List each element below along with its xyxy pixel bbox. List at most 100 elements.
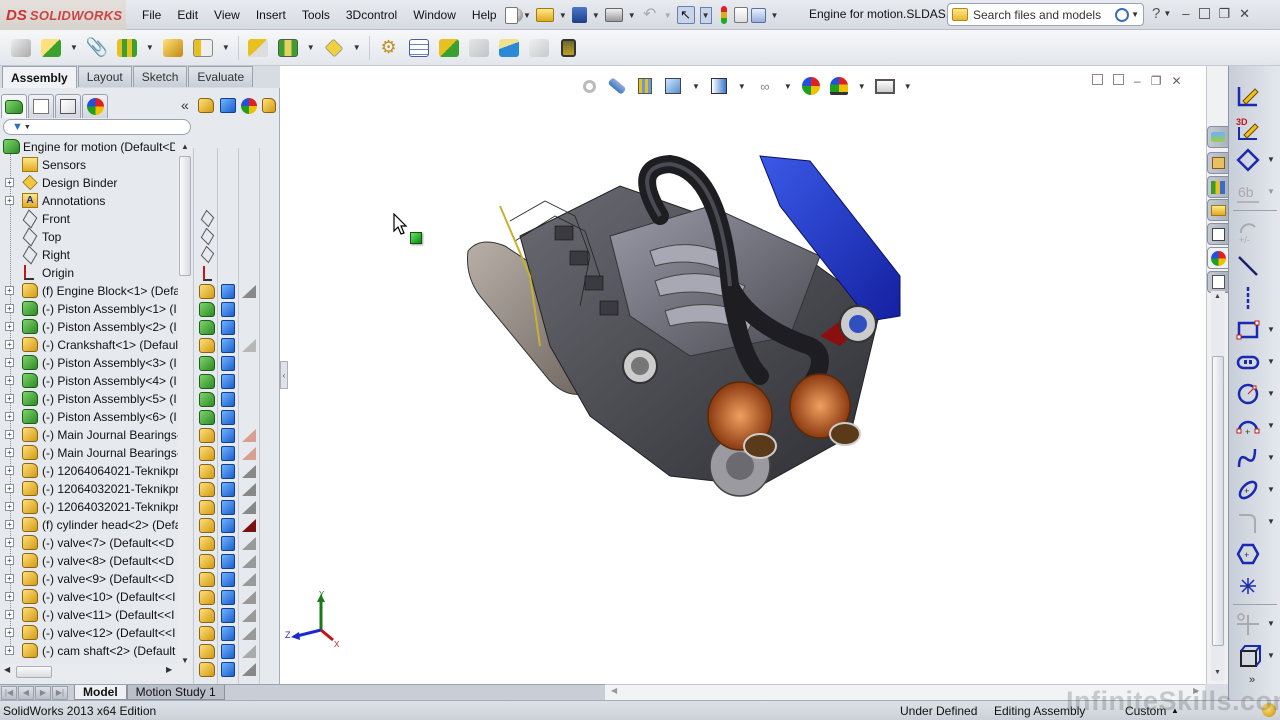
expand-toggle-icon[interactable]: + [5,304,14,313]
component-display-icon[interactable] [199,356,215,371]
print-icon[interactable] [604,8,623,22]
sketch-fillet-button[interactable]: ▼ [1235,508,1275,536]
scroll-left-arrow[interactable]: ◀ [611,686,617,695]
viewport-vertical-scrollbar[interactable]: ▲ ▼ [1211,291,1225,681]
tree-item[interactable]: + (-) valve<9> (Default<<D [0,570,192,588]
show-hidden-components-button[interactable] [245,35,271,61]
tree-item[interactable]: Top [0,227,192,247]
edit-appearance-icon[interactable] [800,75,822,97]
explode-line-sketch-button[interactable] [466,35,492,61]
open-folder-icon[interactable] [535,8,554,22]
display-mode-box-icon[interactable] [221,590,235,605]
new-part-button[interactable] [38,35,64,61]
tab-display-manager[interactable] [82,94,108,118]
tree-item[interactable]: + (-) 12064064021-Teknikpr [0,462,192,480]
more-tools-chevron-icon[interactable]: » [1249,674,1255,686]
chevron-down-icon[interactable]: ▼ [70,43,78,52]
menu-view[interactable]: View [206,8,248,22]
file-properties-icon[interactable] [733,7,748,23]
chevron-down-icon[interactable]: ▼ [858,82,866,91]
appearance-triangle-icon[interactable] [242,285,256,298]
chevron-down-icon[interactable]: ▼ [1267,389,1275,398]
move-component-button[interactable] [190,35,216,61]
circle-button[interactable]: ▼ [1235,380,1275,408]
display-mode-box-icon[interactable] [221,482,235,497]
menu-tools[interactable]: Tools [294,8,338,22]
chevron-down-icon[interactable]: ▼ [1267,357,1275,366]
search-input[interactable]: Search files and models [973,8,1115,22]
expand-toggle-icon[interactable]: + [5,448,14,457]
appearance-triangle-icon[interactable] [242,663,256,676]
ellipse-button[interactable]: + ▼ [1235,476,1275,504]
tree-vertical-scrollbar[interactable]: ▲ ▼ [178,142,192,676]
chevron-down-icon[interactable]: ▼ [1267,453,1275,462]
expand-toggle-icon[interactable]: + [5,340,14,349]
previous-view-icon[interactable] [634,75,656,97]
scroll-up-arrow[interactable]: ▲ [1214,293,1221,300]
tile-left-icon[interactable] [1092,74,1103,85]
tree-item[interactable]: Origin [0,264,192,282]
interference-detection-button[interactable] [496,35,522,61]
component-display-icon[interactable] [199,302,215,317]
tab-custom-properties[interactable] [1207,271,1229,293]
tree-item[interactable]: + (-) Main Journal Bearings- [0,426,192,444]
tab-motion-study-1[interactable]: Motion Study 1 [126,685,225,700]
slot-button[interactable]: ▼ [1235,348,1275,376]
chevron-down-icon[interactable]: ▼ [307,43,315,52]
display-mode-box-icon[interactable] [221,320,235,335]
component-display-icon[interactable] [199,662,215,677]
scroll-left-arrow[interactable]: ◀ [4,665,10,674]
chevron-down-icon[interactable]: ▼ [592,11,600,20]
tab-solidworks-resources[interactable] [1207,152,1229,174]
display-mode-box-icon[interactable] [221,626,235,641]
tree-root-assembly[interactable]: Engine for motion (Default<Display State… [0,138,192,156]
chevron-down-icon[interactable]: ▼ [1267,325,1275,334]
appearance-triangle-icon[interactable] [242,429,256,442]
chevron-down-icon[interactable]: ▼ [771,11,779,20]
chevron-down-icon[interactable]: ▼ [1267,619,1275,628]
display-mode-box-icon[interactable] [221,428,235,443]
solidworks-logo[interactable]: DS SOLIDWORKS [0,0,126,30]
expand-toggle-icon[interactable]: + [5,466,14,475]
expand-toggle-icon[interactable]: + [5,412,14,421]
chevron-down-icon[interactable]: ▼ [523,11,531,20]
chevron-down-icon[interactable]: ▼ [1267,517,1275,526]
display-mode-box-icon[interactable] [221,518,235,533]
component-display-icon[interactable] [199,446,215,461]
expand-toggle-icon[interactable]: + [5,430,14,439]
tree-item[interactable]: + Design Binder [0,174,192,192]
tab-solidworks-forum[interactable] [1207,126,1229,148]
expand-toggle-icon[interactable]: + [5,394,14,403]
tree-item[interactable]: + (-) valve<10> (Default<<I [0,588,192,606]
polygon-button[interactable]: + [1235,540,1271,568]
tree-item[interactable]: + (-) valve<12> (Default<<I [0,624,192,642]
expand-toggle-icon[interactable]: + [5,358,14,367]
chevron-down-icon[interactable]: ▼ [1267,651,1275,660]
chevron-down-icon[interactable]: ▼ [1267,421,1275,430]
display-mode-box-icon[interactable] [221,662,235,677]
expand-toggle-icon[interactable]: + [5,196,14,205]
sketch-button[interactable] [1235,82,1271,110]
chevron-down-icon[interactable]: ▼ [664,11,672,20]
line-button[interactable] [1235,252,1271,280]
tree-item[interactable]: Front [0,209,192,229]
chevron-down-icon[interactable]: ▼ [1267,155,1275,164]
new-motion-study-button[interactable]: ⚙ [376,35,402,61]
component-display-icon[interactable] [199,482,215,497]
appearance-triangle-icon[interactable] [242,339,256,352]
new-document-icon[interactable] [505,6,518,24]
tab-evaluate[interactable]: Evaluate [188,66,254,87]
plane-visibility-icon[interactable] [200,245,215,264]
add-relation-button[interactable]: +/- [1235,218,1271,246]
viewport-restore-button[interactable]: ❐ [1151,74,1162,88]
appearance-triangle-icon[interactable] [242,483,256,496]
tree-item[interactable]: + (-) 12064032021-Teknikpr [0,480,192,498]
chevron-down-icon[interactable]: ▼ [559,11,567,20]
appearance-triangle-icon[interactable] [242,555,256,568]
display-box-icon[interactable] [220,98,236,113]
view-orientation-icon[interactable] [708,75,730,97]
graphics-area[interactable]: ▼ ▼ ∞ ▼ ▼ ▼ – ❐ ✕ ‹ Y Z X [280,66,1206,684]
component-display-icon[interactable] [199,572,215,587]
appearance-triangle-icon[interactable] [242,609,256,622]
appearance-ball-icon[interactable] [241,98,257,114]
